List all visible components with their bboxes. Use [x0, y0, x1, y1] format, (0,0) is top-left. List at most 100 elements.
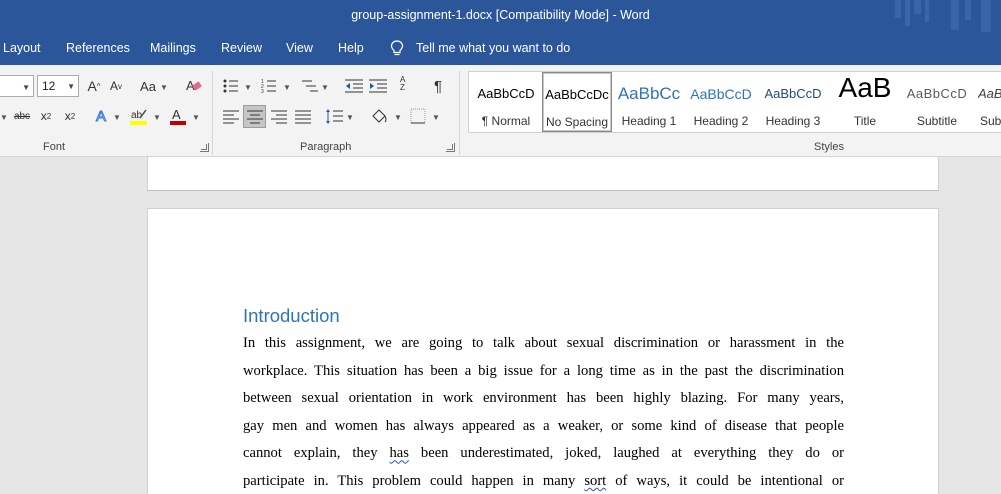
chevron-down-icon[interactable]: ▼ — [244, 83, 252, 92]
font-color-icon[interactable]: A — [170, 107, 186, 127]
chevron-down-icon[interactable]: ▼ — [283, 83, 291, 92]
style-no-spacing[interactable]: AaBbCcDc No Spacing — [542, 72, 612, 132]
chevron-down-icon[interactable]: ▼ — [394, 113, 402, 122]
paragraph-line: gay men and women has always appeared as… — [243, 417, 844, 434]
style-subtle-emphasis[interactable]: AaBl Subt — [974, 72, 1001, 132]
style-sample: AaBl — [978, 86, 1001, 101]
line-text: been underestimated, joked, laughed at e… — [408, 445, 844, 462]
style-name: Subtitle — [916, 114, 958, 128]
superscript-button[interactable]: x2 — [62, 108, 78, 124]
dialog-launcher-icon[interactable] — [200, 143, 209, 152]
chevron-down-icon[interactable]: ▼ — [432, 113, 440, 122]
chevron-down-icon[interactable]: ▼ — [0, 113, 8, 122]
svg-text:3: 3 — [261, 89, 264, 94]
align-right-icon[interactable] — [270, 109, 288, 125]
group-label-styles: Styles — [814, 141, 844, 153]
paragraph-line: cannot explain, they has been underestim… — [243, 440, 844, 468]
grammar-flagged-word[interactable]: sort — [584, 473, 606, 489]
chevron-down-icon[interactable]: ▼ — [346, 113, 354, 122]
style-name: Subt — [980, 114, 1001, 128]
title-bar-decoration — [895, 0, 991, 32]
document-heading[interactable]: Introduction — [243, 305, 340, 327]
style-name: Heading 1 — [621, 114, 677, 128]
decrease-indent-icon[interactable] — [345, 78, 363, 94]
paragraph-line: between sexual orientation in work envir… — [243, 390, 844, 407]
change-case-button[interactable]: Aa — [138, 77, 158, 95]
previous-page-bottom[interactable] — [147, 157, 939, 191]
document-page[interactable]: Introduction In this assignment, we are … — [147, 208, 939, 494]
chevron-down-icon[interactable]: ▼ — [160, 83, 168, 92]
line-text: participate in. This problem could happe… — [243, 472, 585, 489]
ribbon-tabs: Layout References Mailings Review View H… — [0, 32, 1001, 65]
align-center-button[interactable] — [243, 105, 266, 128]
svg-text:ab: ab — [131, 110, 143, 121]
multilevel-list-icon[interactable] — [300, 78, 318, 94]
chevron-down-icon[interactable]: ▼ — [67, 82, 75, 91]
subscript-button[interactable]: x2 — [38, 108, 54, 124]
justify-icon[interactable] — [294, 109, 312, 125]
group-label-paragraph: Paragraph — [300, 141, 352, 153]
shrink-font-icon: A — [109, 79, 118, 93]
style-title[interactable]: AaB Title — [830, 72, 900, 132]
shading-icon[interactable] — [370, 107, 388, 125]
chevron-down-icon[interactable]: ▼ — [113, 113, 121, 122]
bullets-icon[interactable] — [223, 78, 239, 94]
borders-icon[interactable] — [410, 108, 426, 124]
chevron-down-icon[interactable]: ▼ — [153, 113, 161, 122]
tab-review[interactable]: Review — [221, 41, 262, 55]
change-case-icon: Aa — [140, 78, 156, 94]
grow-font-icon: A — [87, 78, 97, 94]
style-sample: AaBbCcD — [690, 86, 752, 102]
chevron-down-icon[interactable]: ▼ — [22, 83, 30, 92]
line-spacing-icon[interactable] — [325, 108, 343, 126]
paragraph-line: In this assignment, we are going to talk… — [243, 335, 844, 351]
font-name-box[interactable]: ▼ — [0, 75, 34, 97]
lightbulb-icon — [390, 40, 404, 56]
style-heading-3[interactable]: AaBbCcD Heading 3 — [758, 72, 828, 132]
numbering-icon[interactable]: 1 2 3 — [261, 78, 277, 94]
sort-button[interactable]: A Z — [400, 76, 420, 96]
align-center-icon — [247, 110, 263, 124]
style-sample: AaBbCcDc — [545, 87, 609, 102]
style-name: Heading 2 — [693, 114, 749, 128]
paragraph-line: workplace. This situation has been a big… — [243, 362, 844, 379]
svg-text:A: A — [172, 107, 181, 122]
tell-me-box[interactable]: Tell me what you want to do — [390, 40, 570, 56]
group-label-font: Font — [43, 141, 66, 153]
group-divider — [212, 71, 213, 155]
tab-view[interactable]: View — [286, 41, 313, 55]
title-bar: group-assignment-1.docx [Compatibility M… — [0, 0, 1001, 32]
shrink-font-button[interactable]: Av — [108, 77, 124, 95]
grow-font-button[interactable]: A ^ — [86, 77, 102, 95]
style-name: ¶ Normal — [481, 114, 531, 128]
align-left-icon[interactable] — [222, 109, 240, 125]
paragraph-line: participate in. This problem could happe… — [243, 468, 844, 494]
style-heading-1[interactable]: AaBbCc Heading 1 — [614, 72, 684, 132]
text-highlight-icon[interactable]: ab — [130, 107, 148, 127]
style-sample: AaBbCcD — [764, 86, 822, 101]
style-subtitle[interactable]: AaBbCcD Subtitle — [902, 72, 972, 132]
show-formatting-button[interactable]: ¶ — [430, 77, 446, 95]
style-normal[interactable]: AaBbCcD ¶ Normal — [471, 72, 541, 132]
chevron-down-icon[interactable]: ▼ — [321, 83, 329, 92]
strikethrough-button[interactable]: abc — [11, 108, 33, 124]
line-text: of ways, it could be intentional or — [606, 472, 844, 489]
clear-formatting-icon[interactable]: A — [186, 77, 202, 93]
font-size-box[interactable]: 12 ▼ — [37, 75, 79, 97]
style-heading-2[interactable]: AaBbCcD Heading 2 — [686, 72, 756, 132]
tab-references[interactable]: References — [66, 41, 130, 55]
document-paragraph[interactable]: In this assignment, we are going to talk… — [243, 330, 844, 494]
styles-gallery: AaBbCcD ¶ Normal AaBbCcDc No Spacing AaB… — [468, 71, 1001, 133]
tab-mailings[interactable]: Mailings — [150, 41, 196, 55]
text-effects-button[interactable]: A — [93, 107, 109, 125]
tab-help[interactable]: Help — [338, 41, 364, 55]
style-name: Heading 3 — [765, 114, 821, 128]
increase-indent-icon[interactable] — [369, 78, 387, 94]
style-name: No Spacing — [545, 115, 609, 129]
dialog-launcher-icon[interactable] — [446, 143, 455, 152]
tab-layout[interactable]: Layout — [3, 41, 41, 55]
style-name: Title — [853, 114, 877, 128]
text-effects-icon: A — [95, 107, 106, 125]
chevron-down-icon[interactable]: ▼ — [192, 113, 200, 122]
grammar-flagged-word[interactable]: has — [390, 445, 409, 461]
